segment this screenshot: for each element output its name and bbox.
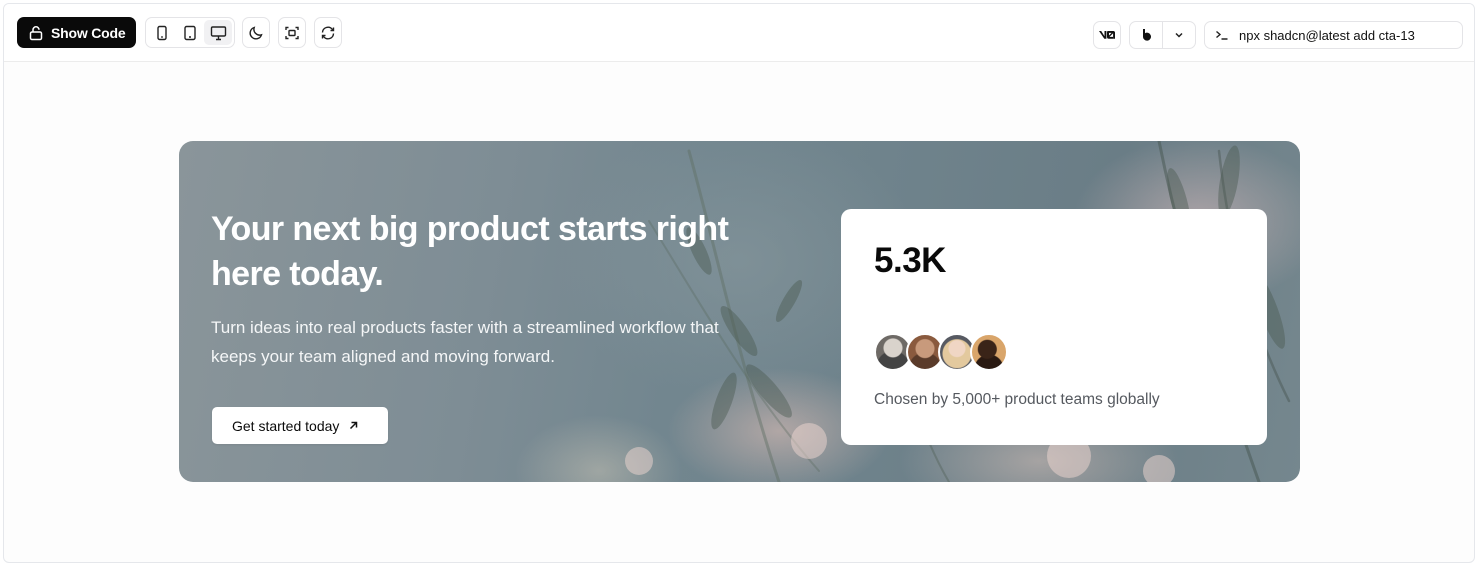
v0-logo-icon: [1099, 31, 1115, 39]
preview-frame: Show Code npx shadcn@latest add cta-13 Y…: [3, 3, 1475, 563]
stat-card: 5.3K Chosen by 5,000+ product teams glob…: [841, 209, 1267, 445]
more-options-dropdown[interactable]: [1163, 22, 1195, 48]
refresh-button[interactable]: [314, 17, 342, 48]
hero-title: Your next big product starts right here …: [211, 210, 729, 293]
arrow-up-right-icon: [350, 421, 358, 430]
bolt-logo-icon: [1143, 29, 1151, 41]
chevron-down-icon: [1175, 32, 1183, 38]
install-command-field[interactable]: npx shadcn@latest add cta-13: [1204, 21, 1463, 49]
show-code-button[interactable]: Show Code: [17, 17, 136, 48]
tablet-view-button[interactable]: [176, 20, 204, 45]
tablet-icon: [184, 25, 196, 40]
open-in-bolt-button[interactable]: [1130, 22, 1163, 48]
stat-value: 5.3K: [874, 241, 946, 280]
terminal-prompt-icon: [1215, 29, 1229, 41]
toolbar: Show Code npx shadcn@latest add cta-13: [4, 4, 1474, 62]
get-started-label: Get started today: [232, 417, 340, 434]
open-in-bolt-split-button: [1129, 21, 1196, 49]
desktop-icon: [210, 25, 226, 40]
phone-view-button[interactable]: [148, 20, 176, 45]
get-started-button[interactable]: Get started today: [212, 407, 388, 444]
fullscreen-button[interactable]: [278, 17, 306, 48]
refresh-icon: [321, 26, 335, 39]
stat-caption: Chosen by 5,000+ product teams globally: [874, 391, 1160, 408]
phone-icon: [157, 25, 167, 40]
desktop-view-button[interactable]: [204, 20, 232, 45]
install-command-text: npx shadcn@latest add cta-13: [1239, 27, 1415, 43]
device-toggle-group: [145, 17, 235, 48]
hero-subtitle: Turn ideas into real products faster wit…: [211, 318, 719, 366]
theme-toggle-button[interactable]: [242, 17, 270, 48]
avatar: [970, 333, 1008, 371]
open-in-v0-button[interactable]: [1093, 21, 1121, 49]
lock-icon: [29, 25, 43, 40]
fullscreen-icon: [285, 26, 299, 39]
moon-icon: [249, 25, 263, 39]
cta-hero-section: Your next big product starts right here …: [179, 141, 1300, 482]
avatar-group: [874, 333, 1008, 371]
show-code-label: Show Code: [51, 24, 126, 41]
